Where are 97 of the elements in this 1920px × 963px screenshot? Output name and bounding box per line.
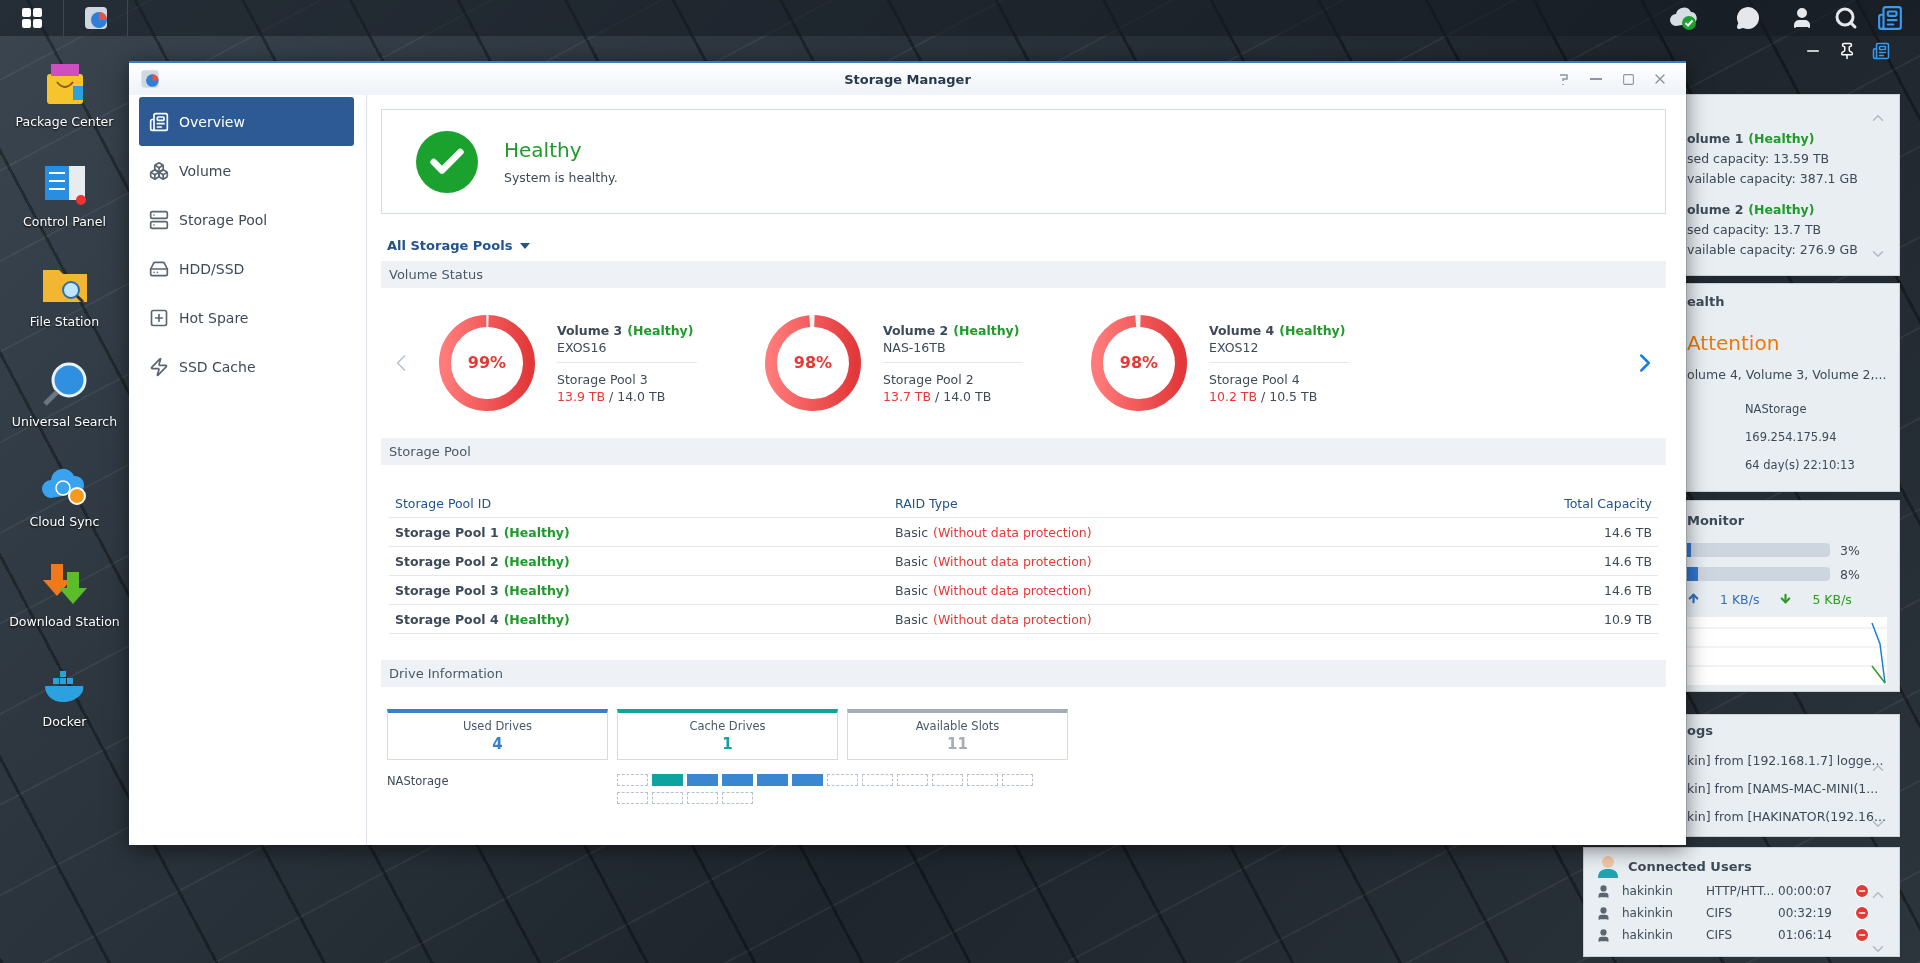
- volume-name: Volume 3 (Healthy): [557, 321, 695, 339]
- health-message: System is healthy.: [504, 170, 618, 185]
- server-icon: [149, 209, 169, 230]
- minimize-icon: [1590, 78, 1602, 80]
- column-header: RAID Type: [895, 495, 959, 511]
- download-rate: 5 KB/s: [1812, 592, 1852, 607]
- volume-description: EXOS12: [1209, 338, 1260, 356]
- volume-description: NAS-16TB: [883, 338, 947, 356]
- caret-icon: [520, 242, 531, 249]
- connection-time: 00:00:07: [1778, 884, 1833, 898]
- health-status: Attention: [1687, 331, 1781, 355]
- section-header: Storage Pool: [381, 438, 1666, 465]
- user-protocol: HTTP/HTT...: [1706, 884, 1776, 898]
- capacity-cell-text: 14.6 TB: [1602, 524, 1652, 540]
- info-value: NAStorage: [1745, 402, 1808, 416]
- sidebar-item[interactable]: Overview: [139, 97, 354, 146]
- usage-percent: 98%: [1118, 353, 1160, 372]
- sidebar-item[interactable]: Storage Pool: [139, 195, 354, 244]
- user-name: hakinkin: [1622, 906, 1674, 920]
- widget-title: Monitor: [1687, 513, 1746, 528]
- volume-description: EXOS16: [557, 338, 608, 356]
- health-status: Healthy: [504, 138, 583, 162]
- volume-usage: 13.9 TB / 14.0 TB: [557, 387, 667, 405]
- available-capacity: vailable capacity: 276.9 GB: [1687, 242, 1858, 257]
- section-header: Volume Status: [381, 261, 1666, 288]
- stat-value: 11: [947, 735, 968, 753]
- user-icon: [1596, 883, 1611, 899]
- lightning-icon: [149, 356, 169, 377]
- used-capacity: sed capacity: 13.59 TB: [1687, 151, 1830, 166]
- pool-name-cell-text: Storage Pool 3 (Healthy): [395, 582, 571, 598]
- usage-reading: 8%: [1840, 566, 1860, 582]
- widget-title: ealth: [1687, 294, 1726, 309]
- usage-reading: 3%: [1840, 542, 1860, 558]
- usage-percent: 98%: [792, 353, 834, 372]
- section-header: Drive Information: [381, 660, 1666, 687]
- server-name: NAStorage: [387, 774, 450, 790]
- volume-pool: Storage Pool 4: [1209, 370, 1301, 388]
- window-title: Storage Manager: [843, 71, 972, 87]
- stat-value: 4: [492, 735, 503, 753]
- raid-type-cell-text: Basic (Without data protection): [895, 611, 1093, 627]
- usage-percent: 99%: [466, 353, 508, 372]
- user-icon: [1596, 905, 1611, 921]
- pool-filter-dropdown[interactable]: All Storage Pools: [387, 236, 531, 255]
- widget-title: ogs: [1687, 723, 1714, 738]
- upload-rate: 1 KB/s: [1720, 592, 1760, 607]
- pool-name-cell-text: Storage Pool 4 (Healthy): [395, 611, 571, 627]
- stat-label: Available Slots: [915, 719, 1000, 733]
- sidebar-item[interactable]: SSD Cache: [139, 342, 354, 391]
- user-protocol: CIFS: [1706, 928, 1734, 942]
- log-entry: kin] from [HAKINATOR(192.16...: [1687, 808, 1886, 824]
- health-detail: olume 4, Volume 3, Volume 2,...: [1687, 367, 1888, 382]
- capacity-cell-text: 14.6 TB: [1602, 582, 1652, 598]
- log-entry: kin] from [NAMS-MAC-MINI(1...: [1687, 780, 1879, 796]
- user-avatar-icon: [1596, 854, 1620, 878]
- volume-name: olume 1 (Healthy): [1687, 131, 1815, 146]
- volume-name: Volume 2 (Healthy): [883, 321, 1021, 339]
- volume-pool: Storage Pool 2: [883, 370, 975, 388]
- volume-usage: 10.2 TB / 10.5 TB: [1209, 387, 1319, 405]
- volume-pool: Storage Pool 3: [557, 370, 649, 388]
- stat-label: Cache Drives: [689, 719, 766, 733]
- arrow-down-icon: [1779, 592, 1793, 605]
- cubes-icon: [149, 160, 169, 181]
- volume-name: Volume 4 (Healthy): [1209, 321, 1347, 339]
- widget-title: Connected Users: [1628, 858, 1752, 874]
- sidebar-item[interactable]: Hot Spare: [139, 293, 354, 342]
- user-name: hakinkin: [1622, 884, 1674, 898]
- stat-label: Used Drives: [462, 719, 533, 733]
- help-icon: [1558, 72, 1570, 86]
- raid-type-cell-text: Basic (Without data protection): [895, 524, 1093, 540]
- maximize-icon: [1621, 72, 1635, 86]
- arrow-up-icon: [1687, 592, 1700, 605]
- raid-type-cell-text: Basic (Without data protection): [895, 582, 1093, 598]
- sidebar-item[interactable]: Volume: [139, 146, 354, 195]
- connection-time: 01:06:14: [1778, 928, 1833, 942]
- sidebar-item[interactable]: HDD/SSD: [139, 244, 354, 293]
- column-header: Total Capacity: [1563, 495, 1652, 511]
- capacity-cell-text: 10.9 TB: [1602, 611, 1652, 627]
- pool-name-cell-text: Storage Pool 1 (Healthy): [395, 524, 571, 540]
- plus-square-icon: [149, 307, 169, 328]
- used-capacity: sed capacity: 13.7 TB: [1687, 222, 1822, 237]
- grid-icon: [19, 6, 44, 30]
- pool-name-cell-text: Storage Pool 2 (Healthy): [395, 553, 571, 569]
- info-value: 169.254.175.94: [1745, 430, 1838, 444]
- app-icon: [139, 68, 161, 90]
- column-header: Storage Pool ID: [395, 495, 493, 511]
- user-name: hakinkin: [1622, 928, 1674, 942]
- log-entry: kin] from [192.168.1.7] logge...: [1687, 752, 1884, 768]
- info-value: 64 day(s) 22:10:13: [1745, 458, 1856, 472]
- user-protocol: CIFS: [1706, 906, 1734, 920]
- raid-type-cell-text: Basic (Without data protection): [895, 553, 1093, 569]
- stat-value: 1: [722, 735, 733, 753]
- connection-time: 00:32:19: [1778, 906, 1833, 920]
- capacity-cell-text: 14.6 TB: [1602, 553, 1652, 569]
- available-capacity: vailable capacity: 387.1 GB: [1687, 171, 1858, 186]
- volume-usage: 13.7 TB / 14.0 TB: [883, 387, 993, 405]
- volume-name: olume 2 (Healthy): [1687, 202, 1815, 217]
- user-icon: [1596, 927, 1611, 943]
